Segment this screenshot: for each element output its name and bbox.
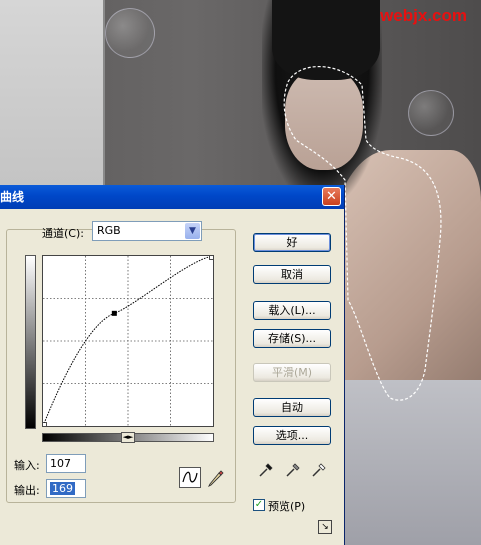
input-value: 107 (50, 457, 71, 470)
preview-label: 预览(P) (268, 500, 306, 513)
chevron-down-icon[interactable]: ▼ (185, 223, 200, 239)
gradient-toggle-handle[interactable]: ◄► (121, 432, 135, 443)
smooth-button[interactable]: 平滑(M) (253, 363, 331, 382)
dialog-title: 曲线 (0, 190, 25, 204)
channel-label: 通道(C): (42, 227, 84, 240)
black-eyedropper-icon[interactable] (258, 462, 274, 478)
save-button[interactable]: 存储(S)... (253, 329, 331, 348)
curve-tool-button[interactable] (179, 467, 201, 488)
curve-control-point[interactable] (111, 310, 117, 316)
load-button[interactable]: 载入(L)... (253, 301, 331, 320)
ok-button[interactable]: 好 (253, 233, 331, 252)
output-value: 169 (50, 482, 75, 495)
output-label: 输出: (14, 484, 40, 497)
preview-checkbox[interactable]: ✓ (253, 499, 265, 511)
gray-eyedropper-icon[interactable] (285, 462, 301, 478)
curve-endpoint-white[interactable] (209, 256, 214, 260)
watermark: webjx.com (380, 6, 467, 25)
input-label: 输入: (14, 459, 40, 472)
channel-select[interactable]: RGB ▼ (92, 221, 202, 241)
close-button[interactable]: ✕ (322, 187, 341, 206)
expand-icon[interactable]: ↘ (318, 520, 332, 534)
close-icon: ✕ (326, 189, 337, 204)
graph-grid (43, 256, 213, 426)
pencil-icon[interactable] (206, 469, 224, 487)
input-field[interactable]: 107 (46, 454, 86, 473)
channel-value: RGB (97, 224, 121, 237)
output-gradient-bar (25, 255, 36, 429)
auto-button[interactable]: 自动 (253, 398, 331, 417)
curve-graph[interactable] (42, 255, 214, 427)
curves-dialog: 曲线 ✕ 通道(C): RGB ▼ ◄► 输入: 107 输出: 169 好 取… (0, 185, 344, 545)
dialog-titlebar[interactable]: 曲线 ✕ (0, 185, 344, 209)
cancel-button[interactable]: 取消 (253, 265, 331, 284)
curve-tool-icon (182, 471, 198, 483)
output-field[interactable]: 169 (46, 479, 86, 498)
options-button[interactable]: 选项... (253, 426, 331, 445)
white-eyedropper-icon[interactable] (311, 462, 327, 478)
curve-endpoint-black[interactable] (43, 422, 47, 427)
